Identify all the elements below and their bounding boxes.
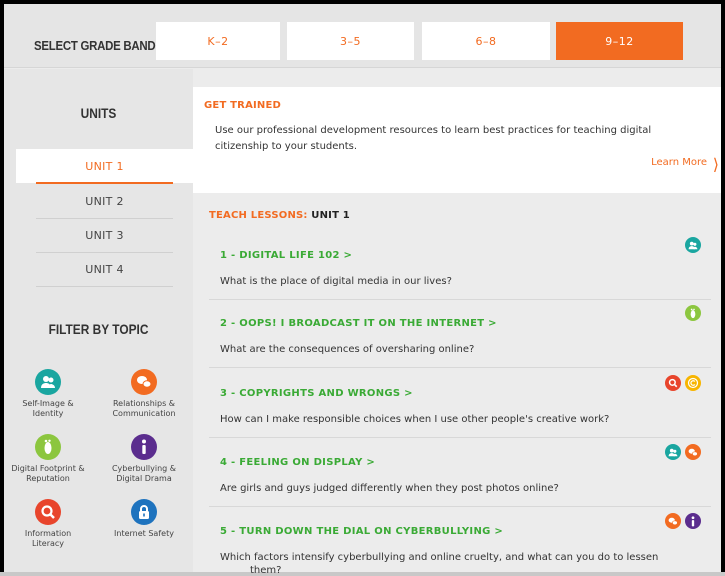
exclamation-icon xyxy=(131,434,157,460)
topic-cyberbullying[interactable]: Cyberbullying & Digital Drama xyxy=(104,434,184,484)
grade-band-bar: SELECT GRADE BAND K–2 3–5 6–8 9–12 xyxy=(4,4,721,68)
unit-4-item[interactable]: UNIT 4 xyxy=(36,253,173,287)
lesson-title-link[interactable]: 2 - OOPS! I BROADCAST IT ON THE INTERNET… xyxy=(220,318,497,329)
unit-3-item[interactable]: UNIT 3 xyxy=(36,219,173,253)
topic-label: Information Literacy xyxy=(24,529,72,548)
teach-lessons-unit: UNIT 1 xyxy=(311,210,350,221)
grade-k2-button[interactable]: K–2 xyxy=(156,22,280,60)
grade-6-8-button[interactable]: 6–8 xyxy=(422,22,550,60)
unit-2-item[interactable]: UNIT 2 xyxy=(36,185,173,219)
lesson-row-1: 1 - DIGITAL LIFE 102 > What is the place… xyxy=(209,233,711,300)
grade-band-label: SELECT GRADE BAND xyxy=(34,38,156,53)
chat-bubbles-icon xyxy=(685,444,701,460)
lock-icon xyxy=(131,499,157,525)
get-trained-title: GET TRAINED xyxy=(204,100,282,111)
lesson-topic-icons xyxy=(665,444,701,460)
chat-bubbles-icon xyxy=(665,513,681,529)
topic-internet-safety[interactable]: Internet Safety xyxy=(104,499,184,539)
lesson-row-5: 5 - TURN DOWN THE DIAL ON CYBERBULLYING … xyxy=(209,509,711,576)
topic-relationships[interactable]: Relationships & Communication xyxy=(104,369,184,419)
lesson-description: What are the consequences of oversharing… xyxy=(220,344,475,355)
lesson-title-link[interactable]: 5 - TURN DOWN THE DIAL ON CYBERBULLYING … xyxy=(220,526,503,537)
lesson-5-description-overflow: them? xyxy=(250,565,282,576)
topic-label: Relationships & Communication xyxy=(112,399,176,418)
lesson-title-link[interactable]: 4 - FEELING ON DISPLAY > xyxy=(220,457,375,468)
people-icon xyxy=(665,444,681,460)
topic-digital-footprint[interactable]: Digital Footprint & Reputation xyxy=(8,434,88,484)
copyright-icon xyxy=(685,375,701,391)
get-trained-text: Use our professional development resourc… xyxy=(215,125,652,152)
unit-1-item[interactable]: UNIT 1 xyxy=(16,149,193,183)
lesson-topic-icons xyxy=(685,305,701,321)
lesson-row-2: 2 - OOPS! I BROADCAST IT ON THE INTERNET… xyxy=(209,301,711,368)
topic-self-image[interactable]: Self-Image & Identity xyxy=(8,369,88,419)
grade-9-12-button[interactable]: 9–12 xyxy=(556,22,683,60)
learn-more-link[interactable]: Learn More xyxy=(651,157,707,168)
sidebar: UNITS UNIT 1 UNIT 2 UNIT 3 UNIT 4 FILTER… xyxy=(4,69,193,576)
topic-label: Internet Safety xyxy=(114,529,174,538)
topic-label: Cyberbullying & Digital Drama xyxy=(111,464,177,483)
topic-label: Self-Image & Identity xyxy=(22,399,74,418)
teach-lessons-heading: TEACH LESSONS: UNIT 1 xyxy=(209,210,350,221)
lesson-topic-icons xyxy=(665,375,701,391)
footprint-icon xyxy=(35,434,61,460)
footprint-icon xyxy=(685,305,701,321)
lesson-description: How can I make responsible choices when … xyxy=(220,414,610,425)
lesson-description: Are girls and guys judged differently wh… xyxy=(220,483,559,494)
unit-active-underline xyxy=(36,182,173,184)
get-trained-panel: GET TRAINED Use our professional develop… xyxy=(193,87,721,193)
grade-3-5-button[interactable]: 3–5 xyxy=(287,22,414,60)
lesson-description: What is the place of digital media in ou… xyxy=(220,276,452,287)
exclamation-icon xyxy=(685,513,701,529)
main-content: GET TRAINED Use our professional develop… xyxy=(193,69,721,576)
chevron-right-icon[interactable]: ⟩ xyxy=(713,155,719,174)
teach-lessons-prefix: TEACH LESSONS: xyxy=(209,210,312,221)
lesson-row-4: 4 - FEELING ON DISPLAY > Are girls and g… xyxy=(209,440,711,507)
page-frame: SELECT GRADE BAND K–2 3–5 6–8 9–12 UNITS… xyxy=(4,4,721,576)
lesson-topic-icons xyxy=(665,513,701,529)
topic-information-literacy[interactable]: Information Literacy xyxy=(8,499,88,549)
lesson-title-link[interactable]: 1 - DIGITAL LIFE 102 > xyxy=(220,250,352,261)
magnifier-icon xyxy=(35,499,61,525)
filter-by-topic-title: FILTER BY TOPIC xyxy=(48,321,149,337)
bottom-scroll-strip[interactable] xyxy=(0,572,725,576)
people-icon xyxy=(35,369,61,395)
lesson-description: Which factors intensify cyberbullying an… xyxy=(220,552,659,563)
chat-bubbles-icon xyxy=(131,369,157,395)
lesson-row-3: 3 - COPYRIGHTS AND WRONGS > How can I ma… xyxy=(209,371,711,438)
magnifier-icon xyxy=(665,375,681,391)
people-icon xyxy=(685,237,701,253)
topic-label: Digital Footprint & Reputation xyxy=(11,464,85,483)
units-title: UNITS xyxy=(80,105,117,121)
lesson-title-link[interactable]: 3 - COPYRIGHTS AND WRONGS > xyxy=(220,388,413,399)
lesson-topic-icons xyxy=(685,237,701,253)
